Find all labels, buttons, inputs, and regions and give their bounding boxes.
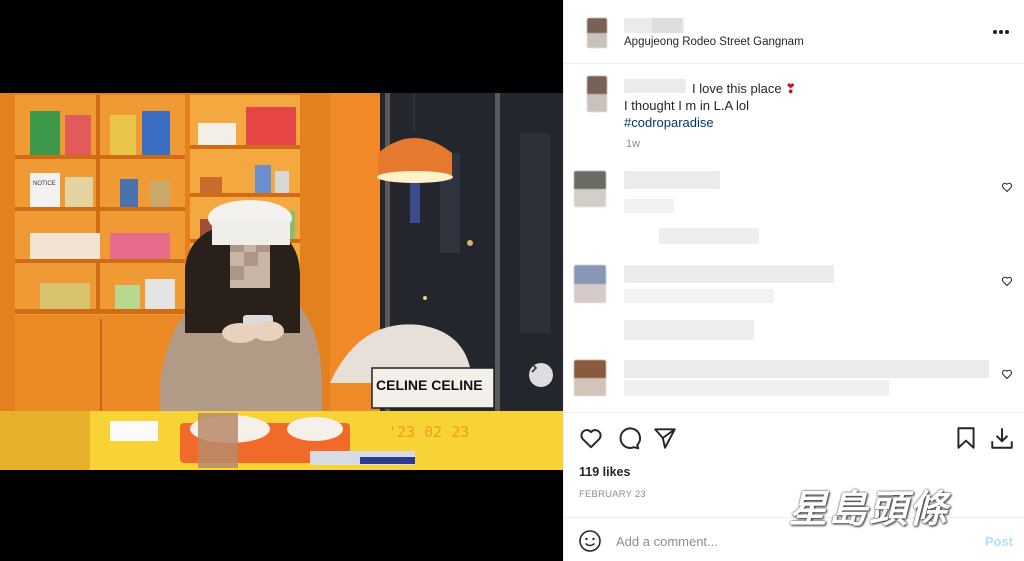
comment-redacted — [624, 265, 834, 283]
photo-scene: NOTICE CELINE CELINE '23 02 23 — [0, 93, 563, 470]
comment-avatar[interactable] — [574, 171, 606, 207]
comment-redacted — [624, 289, 774, 303]
username-redacted-part — [652, 18, 682, 33]
avatar[interactable] — [587, 18, 607, 48]
more-options-button[interactable] — [991, 22, 1011, 42]
comment-avatar[interactable] — [574, 265, 606, 303]
comment-redacted — [659, 228, 759, 244]
comment-redacted — [624, 360, 989, 378]
post-comment-button[interactable]: Post — [985, 534, 1013, 549]
bag-text: CELINE CELINE — [376, 377, 483, 393]
chevron-right-icon — [531, 363, 538, 373]
comment-redacted — [624, 171, 720, 189]
comment-input[interactable]: Add a comment... — [616, 534, 718, 549]
comment-avatar[interactable] — [574, 360, 606, 396]
caption-line-1: I love this place — [692, 81, 782, 96]
location-link[interactable]: Apgujeong Rodeo Street Gangnam — [624, 36, 804, 48]
likes-count[interactable]: 119 likes — [579, 465, 630, 479]
media-panel: NOTICE CELINE CELINE '23 02 23 — [0, 0, 563, 561]
bookmark-icon[interactable] — [953, 425, 979, 451]
caption-time[interactable]: 1w — [626, 138, 640, 150]
instagram-post-view: NOTICE CELINE CELINE '23 02 23 Apgujeong… — [0, 0, 1024, 561]
caption-avatar[interactable] — [587, 76, 607, 112]
hashtag-link[interactable]: #codroparadise — [624, 114, 1004, 131]
comment-icon[interactable] — [615, 425, 641, 451]
comment-redacted — [624, 380, 889, 396]
post-header: Apgujeong Rodeo Street Gangnam — [564, 0, 1024, 64]
comment-redacted — [624, 320, 754, 340]
comment-heart-icon[interactable] — [1001, 181, 1013, 193]
share-icon[interactable] — [652, 425, 678, 451]
next-photo-button[interactable] — [529, 363, 553, 387]
comment-heart-icon[interactable] — [1001, 368, 1013, 380]
more-icon — [993, 30, 997, 34]
comment-heart-icon[interactable] — [1001, 275, 1013, 287]
watermark-logo: 星島頭條 — [789, 487, 950, 531]
post-details-panel: Apgujeong Rodeo Street Gangnam I love th… — [563, 0, 1024, 561]
date-stamp: '23 02 23 — [388, 423, 469, 441]
download-icon[interactable] — [989, 425, 1015, 451]
caption-line-2: I thought I m in L.A lol — [624, 98, 750, 113]
comment-redacted — [624, 199, 674, 213]
notice-box-text: NOTICE — [33, 181, 56, 187]
post-caption: I love this place ❣ I thought I m in L.A… — [624, 80, 1004, 131]
heart-icon[interactable] — [578, 425, 604, 451]
post-date: FEBRUARY 23 — [579, 489, 646, 500]
post-photo: NOTICE CELINE CELINE '23 02 23 — [0, 93, 563, 470]
emoji-icon[interactable] — [578, 529, 602, 553]
heart-emoji: ❣ — [785, 81, 797, 96]
